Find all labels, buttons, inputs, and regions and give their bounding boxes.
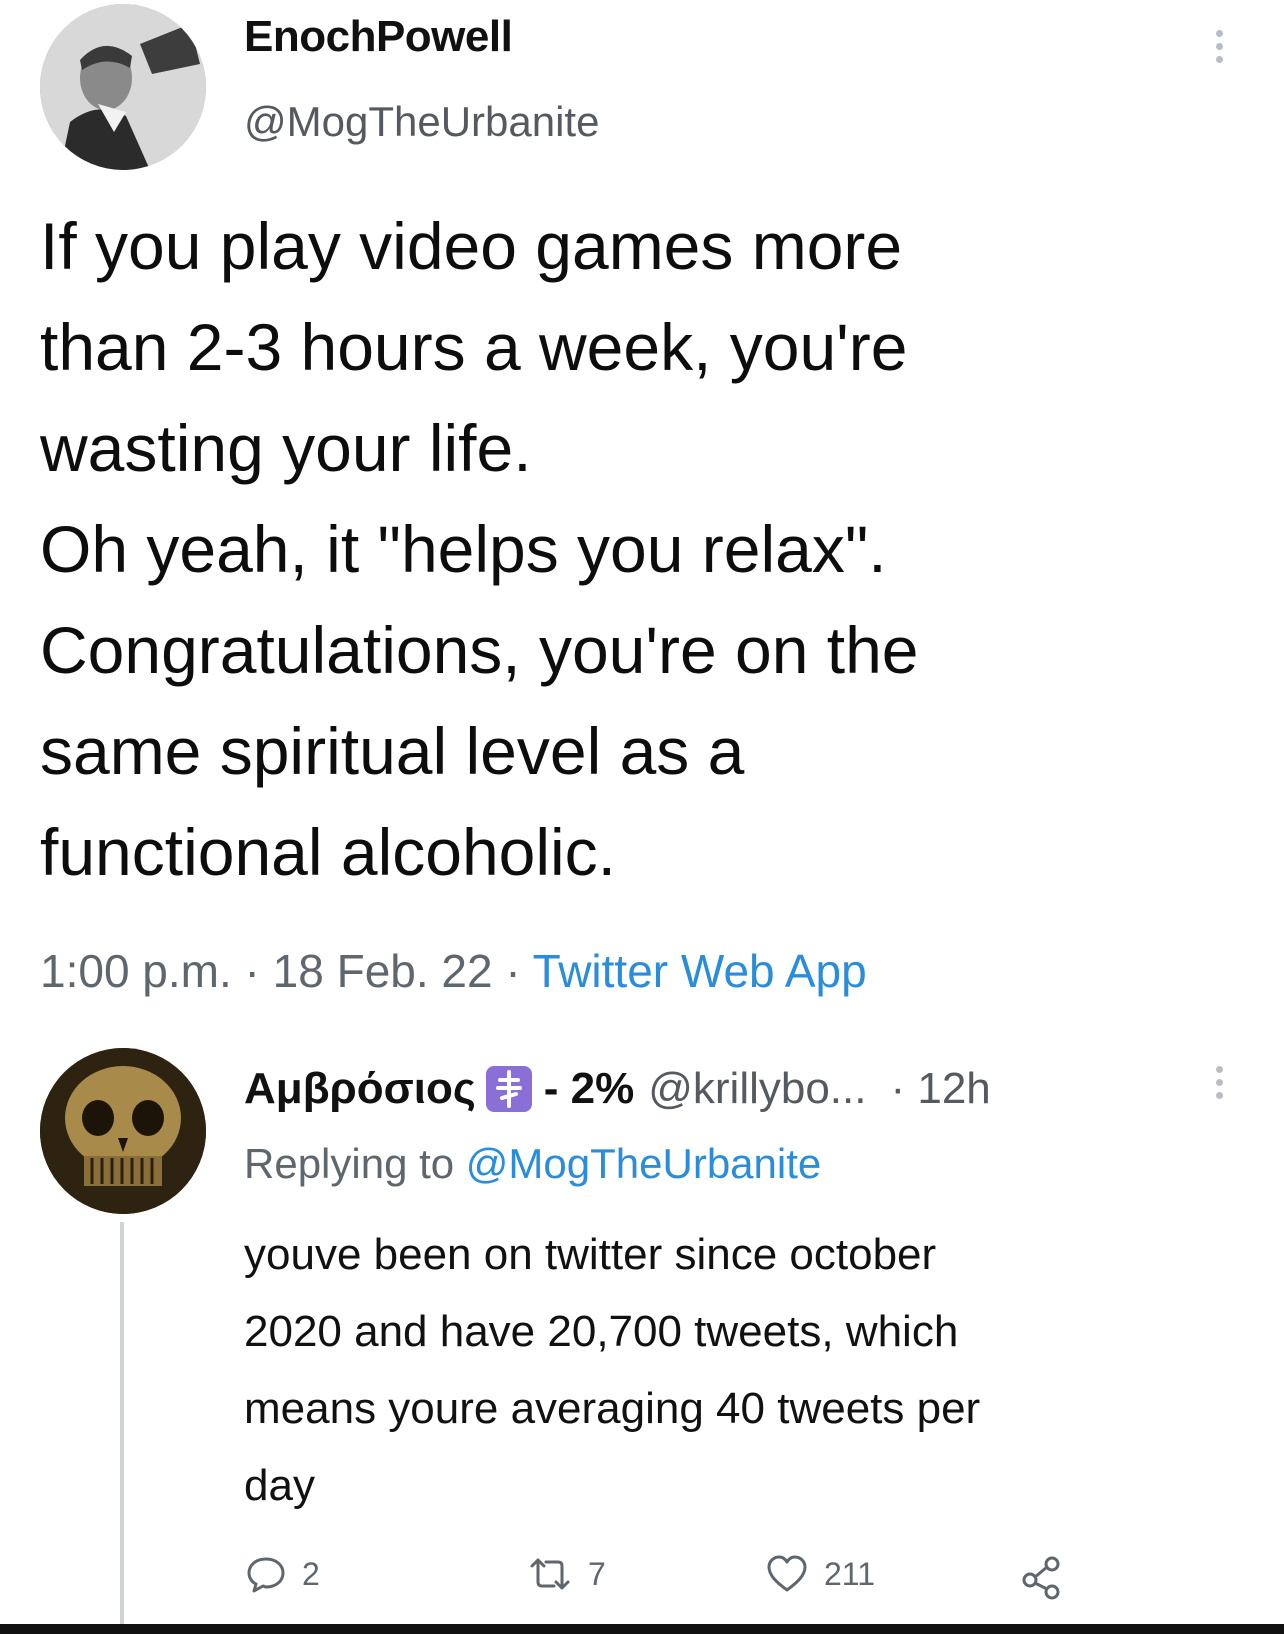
reply-header: Αμβρόσιος - 2% @krillybo... · 12h (244, 1064, 991, 1114)
retweet-button[interactable]: 7 (526, 1552, 606, 1596)
reply-handle[interactable]: @krillybo... (648, 1064, 866, 1114)
reply-text-line: means youre averaging 40 tweets per (244, 1384, 981, 1433)
orthodox-cross-icon (485, 1066, 532, 1112)
reply-text-line: day (244, 1461, 315, 1510)
replying-to-mention[interactable]: @MogTheUrbanite (466, 1140, 821, 1187)
main-tweet: EnochPowell @MogTheUrbanite If you play … (0, 0, 1284, 1040)
like-count: 211 (824, 1555, 876, 1592)
tweet-source-link[interactable]: Twitter Web App (533, 945, 867, 997)
retweet-icon (530, 1558, 570, 1590)
reply-icon (247, 1557, 285, 1593)
more-vertical-icon[interactable] (1214, 30, 1224, 63)
tweet-text-line: If you play video games more (40, 209, 903, 283)
tweet-text-line: than 2-3 hours a week, you're (40, 310, 908, 384)
replying-to: Replying to @MogTheUrbanite (244, 1140, 821, 1188)
display-name[interactable]: EnochPowell (244, 12, 513, 62)
action-bar: 2 7 211 (244, 1552, 1144, 1612)
person-photo-icon (40, 4, 206, 170)
thread-line (120, 1222, 124, 1634)
like-button[interactable]: 211 (764, 1552, 875, 1596)
retweet-count: 7 (588, 1555, 606, 1592)
reply-timestamp[interactable]: · 12h (890, 1064, 990, 1114)
more-vertical-icon[interactable] (1214, 1066, 1224, 1099)
bottom-border (0, 1624, 1284, 1634)
reply-display-name[interactable]: Αμβρόσιος (244, 1064, 476, 1114)
reply-text: youve been on twitter since october 2020… (244, 1216, 1254, 1524)
share-button[interactable] (1018, 1552, 1078, 1600)
tweet-text-line: Congratulations, you're on the (40, 613, 919, 687)
skull-icon (40, 1048, 206, 1214)
reply-count: 2 (302, 1555, 320, 1592)
reply-button[interactable]: 2 (244, 1552, 320, 1596)
tweet-timestamp[interactable]: 1:00 p.m. · 18 Feb. 22 · (40, 945, 533, 997)
avatar[interactable] (40, 4, 206, 170)
user-handle[interactable]: @MogTheUrbanite (244, 98, 599, 146)
tweet-meta: 1:00 p.m. · 18 Feb. 22 · Twitter Web App (40, 944, 867, 998)
reply-avatar[interactable] (40, 1048, 206, 1214)
replying-to-label: Replying to (244, 1140, 466, 1187)
tweet-text-line: Oh yeah, it "helps you relax". (40, 512, 887, 586)
reply-text-line: youve been on twitter since october (244, 1230, 937, 1279)
tweet-text-line: wasting your life. (40, 411, 532, 485)
tweet-text: If you play video games more than 2-3 ho… (40, 196, 1260, 903)
name-suffix: - 2% (543, 1064, 635, 1113)
tweet-text-line: same spiritual level as a (40, 714, 745, 788)
share-icon (1022, 1556, 1060, 1600)
heart-icon (767, 1555, 807, 1592)
reply-text-line: 2020 and have 20,700 tweets, which (244, 1307, 959, 1356)
tweet-text-line: functional alcoholic. (40, 815, 617, 889)
